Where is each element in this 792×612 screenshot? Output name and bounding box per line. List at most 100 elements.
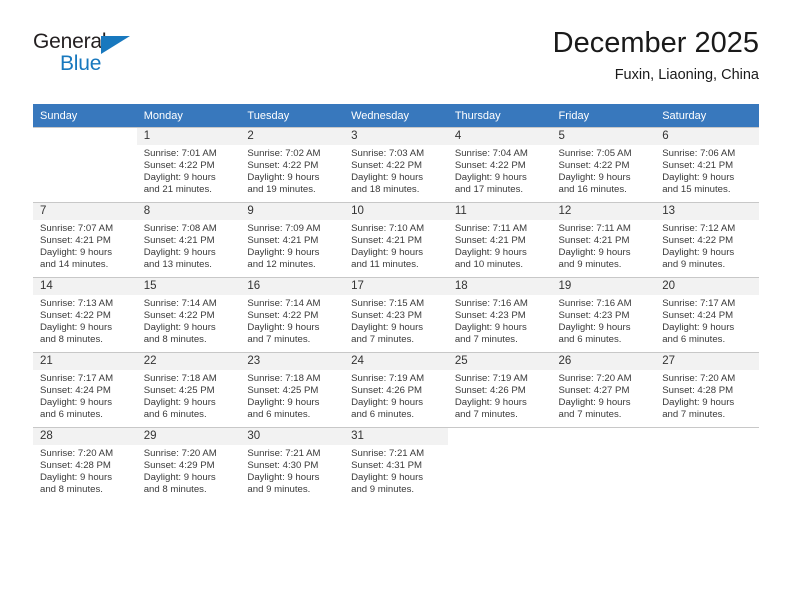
calendar-day-cell[interactable]: 12 Sunrise: 7:11 AM Sunset: 4:21 PM Dayligh… [551,202,656,278]
calendar-day-cell[interactable]: 6 Sunrise: 7:06 AM Sunset: 4:21 PM Daylight… [655,127,759,203]
day-cell-inner: 16 Sunrise: 7:14 AM Sunset: 4:22 PM Dayligh… [240,278,345,352]
sunrise-text: Sunrise: 7:08 AM [143,223,217,234]
daylight-text-line1: Daylight: 9 hours [40,471,112,483]
calendar-day-cell[interactable]: 29 Sunrise: 7:20 AM Sunset: 4:29 PM Dayligh… [136,427,241,502]
sunset-text: Sunset: 4:28 PM [40,459,111,471]
day-cell-details: Sunrise: 7:08 AM Sunset: 4:21 PM Daylight:… [137,220,241,271]
daylight-text-line1: Daylight: 9 hours [351,246,424,258]
calendar-day-cell[interactable]: 27 Sunrise: 7:20 AM Sunset: 4:28 PM Dayligh… [655,352,759,428]
calendar-day-cell[interactable]: 20 Sunrise: 7:17 AM Sunset: 4:24 PM Dayligh… [655,277,759,353]
sunset-text: Sunset: 4:22 PM [558,159,630,171]
day-cell-details: Sunrise: 7:03 AM Sunset: 4:22 PM Daylight:… [344,145,448,196]
daylight-text-line1: Daylight: 9 hours [247,171,320,183]
sunset-text: Sunset: 4:28 PM [662,384,734,396]
daylight-text-line1: Daylight: 9 hours [247,471,320,483]
calendar-day-cell[interactable]: 23 Sunrise: 7:18 AM Sunset: 4:25 PM Dayligh… [240,352,345,428]
daylight-text-line2: and 7 minutes. [662,408,726,420]
day-cell-inner [33,128,137,202]
calendar-day-cell[interactable]: 31 Sunrise: 7:21 AM Sunset: 4:31 PM Dayligh… [344,427,448,502]
sunset-text: Sunset: 4:21 PM [454,234,526,246]
calendar-day-cell[interactable]: 24 Sunrise: 7:19 AM Sunset: 4:26 PM Dayligh… [344,352,448,428]
calendar-day-cell[interactable]: 9 Sunrise: 7:09 AM Sunset: 4:21 PM Daylight… [240,202,345,278]
calendar-day-cell[interactable]: 11 Sunrise: 7:11 AM Sunset: 4:21 PM Dayligh… [447,202,552,278]
calendar-day-cell[interactable]: 18 Sunrise: 7:16 AM Sunset: 4:23 PM Dayligh… [447,277,552,353]
day-cell-inner: 18 Sunrise: 7:16 AM Sunset: 4:23 PM Dayligh… [447,278,552,352]
sunrise-text: Sunrise: 7:18 AM [143,373,217,384]
day-cell-inner: 26 Sunrise: 7:20 AM Sunset: 4:27 PM Dayligh… [551,353,656,427]
daylight-text-line1: Daylight: 9 hours [558,246,631,258]
calendar-day-cell[interactable]: 22 Sunrise: 7:18 AM Sunset: 4:25 PM Dayligh… [136,352,241,428]
sunset-text: Sunset: 4:22 PM [143,159,215,171]
day-cell-inner: 30 Sunrise: 7:21 AM Sunset: 4:30 PM Dayligh… [240,428,345,502]
day-cell-inner: 14 Sunrise: 7:13 AM Sunset: 4:22 PM Dayligh… [33,278,137,352]
calendar-day-cell[interactable]: 4 Sunrise: 7:04 AM Sunset: 4:22 PM Daylight… [447,127,552,203]
calendar-day-cell[interactable]: 5 Sunrise: 7:05 AM Sunset: 4:22 PM Daylight… [551,127,656,203]
calendar-day-cell[interactable]: 17 Sunrise: 7:15 AM Sunset: 4:23 PM Dayligh… [344,277,448,353]
sunrise-text: Sunrise: 7:20 AM [40,448,114,459]
sunset-text: Sunset: 4:26 PM [454,384,526,396]
daylight-text-line2: and 21 minutes. [143,183,212,195]
sunrise-text: Sunrise: 7:21 AM [351,448,425,459]
day-cell-inner: 27 Sunrise: 7:20 AM Sunset: 4:28 PM Dayligh… [655,353,759,427]
daylight-text-line2: and 8 minutes. [40,333,103,345]
day-cell-inner [552,428,656,502]
calendar-day-cell[interactable]: 16 Sunrise: 7:14 AM Sunset: 4:22 PM Dayligh… [240,277,345,353]
daylight-text-line2: and 7 minutes. [558,408,622,420]
calendar-day-cell[interactable]: 8 Sunrise: 7:08 AM Sunset: 4:21 PM Daylight… [136,202,241,278]
sunrise-text: Sunrise: 7:16 AM [558,298,632,309]
calendar-week-row: 1 Sunrise: 7:01 AM Sunset: 4:22 PM Daylight… [33,127,759,203]
daylight-text-line2: and 8 minutes. [40,483,103,495]
day-cell-inner: 25 Sunrise: 7:19 AM Sunset: 4:26 PM Dayligh… [447,353,552,427]
calendar-day-cell[interactable]: 30 Sunrise: 7:21 AM Sunset: 4:30 PM Dayligh… [240,427,345,502]
generalblue-logo[interactable]: General Blue [33,30,163,78]
sunrise-text: Sunrise: 7:17 AM [40,373,114,384]
calendar-day-cell[interactable]: 3 Sunrise: 7:03 AM Sunset: 4:22 PM Daylight… [344,127,448,203]
calendar-day-cell[interactable]: 2 Sunrise: 7:02 AM Sunset: 4:22 PM Daylight… [240,127,345,203]
day-number: 7 [33,203,137,220]
calendar-day-cell[interactable]: 15 Sunrise: 7:14 AM Sunset: 4:22 PM Dayligh… [136,277,241,353]
daylight-text-line1: Daylight: 9 hours [247,246,320,258]
calendar-grid: Sunday Monday Tuesday Wednesday Thursday… [33,104,759,502]
calendar-day-cell[interactable]: 1 Sunrise: 7:01 AM Sunset: 4:22 PM Daylight… [136,127,241,203]
daylight-text-line2: and 8 minutes. [143,333,207,345]
calendar-day-cell[interactable]: 25 Sunrise: 7:19 AM Sunset: 4:26 PM Dayligh… [447,352,552,428]
sunset-text: Sunset: 4:27 PM [558,384,630,396]
calendar-day-cell[interactable]: 26 Sunrise: 7:20 AM Sunset: 4:27 PM Dayligh… [551,352,656,428]
calendar-day-cell[interactable]: 21 Sunrise: 7:17 AM Sunset: 4:24 PM Dayligh… [33,352,137,428]
daylight-text-line2: and 16 minutes. [558,183,627,195]
sunrise-text: Sunrise: 7:12 AM [662,223,736,234]
calendar-day-cell[interactable]: 13 Sunrise: 7:12 AM Sunset: 4:22 PM Dayligh… [655,202,759,278]
daylight-text-line1: Daylight: 9 hours [558,396,631,408]
day-cell-details: Sunrise: 7:06 AM Sunset: 4:21 PM Daylight:… [655,145,759,196]
sunset-text: Sunset: 4:21 PM [143,234,215,246]
day-cell-inner: 29 Sunrise: 7:20 AM Sunset: 4:29 PM Dayligh… [136,428,241,502]
day-number: 17 [344,278,448,295]
daylight-text-line1: Daylight: 9 hours [351,171,424,183]
sunrise-text: Sunrise: 7:11 AM [558,223,631,234]
day-number: 19 [551,278,656,295]
sunset-text: Sunset: 4:26 PM [351,384,423,396]
calendar-day-cell[interactable]: 19 Sunrise: 7:16 AM Sunset: 4:23 PM Dayligh… [551,277,656,353]
calendar-day-cell[interactable]: 28 Sunrise: 7:20 AM Sunset: 4:28 PM Dayligh… [33,427,137,502]
day-cell-details: Sunrise: 7:18 AM Sunset: 4:25 PM Daylight:… [137,370,241,421]
weekday-header-saturday: Saturday [655,104,759,128]
day-cell-details: Sunrise: 7:05 AM Sunset: 4:22 PM Daylight:… [552,145,656,196]
day-cell-details: Sunrise: 7:11 AM Sunset: 4:21 PM Daylight:… [552,220,656,271]
day-number: 4 [447,128,552,145]
day-number: 2 [240,128,345,145]
daylight-text-line2: and 7 minutes. [247,333,311,345]
daylight-text-line2: and 6 minutes. [143,408,207,420]
calendar-day-cell[interactable]: 14 Sunrise: 7:13 AM Sunset: 4:22 PM Dayligh… [33,277,137,353]
calendar-day-cell[interactable]: 10 Sunrise: 7:10 AM Sunset: 4:21 PM Dayligh… [344,202,448,278]
day-number: 22 [136,353,241,370]
day-cell-details: Sunrise: 7:19 AM Sunset: 4:26 PM Daylight:… [344,370,448,421]
day-number: 30 [240,428,345,445]
calendar-body: 1 Sunrise: 7:01 AM Sunset: 4:22 PM Daylight… [33,127,759,502]
title-block: December 2025 Fuxin, Liaoning, China [553,26,759,85]
day-cell-details: Sunrise: 7:16 AM Sunset: 4:23 PM Daylight:… [448,295,552,346]
day-cell-details: Sunrise: 7:17 AM Sunset: 4:24 PM Daylight:… [655,295,759,346]
calendar-day-cell[interactable]: 7 Sunrise: 7:07 AM Sunset: 4:21 PM Daylight… [33,202,137,278]
sunrise-text: Sunrise: 7:09 AM [247,223,321,234]
day-cell-details: Sunrise: 7:16 AM Sunset: 4:23 PM Daylight:… [552,295,656,346]
weekday-header-wednesday: Wednesday [344,104,448,128]
